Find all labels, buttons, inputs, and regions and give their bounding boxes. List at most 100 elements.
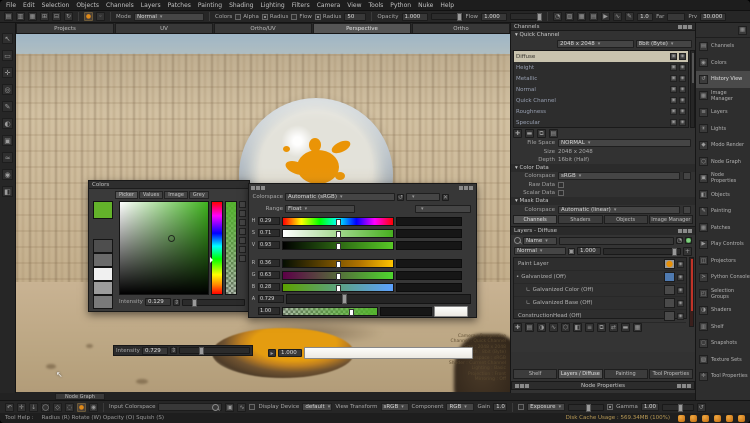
v-handle[interactable] [336,243,341,250]
cache-icon[interactable] [678,415,685,422]
stepper-icon[interactable]: ⇕ [173,299,180,306]
color-picker-tool-icon[interactable]: ◉ [2,169,13,180]
sidebar-item-history-view[interactable]: ↺History View [696,71,750,88]
s-handle[interactable] [336,231,341,238]
channel-toggle-button[interactable] [239,219,246,226]
sidebar-item-painting[interactable]: ✎Painting [696,203,750,220]
diamond-brush-icon[interactable]: ◇ [53,403,62,412]
paint-brush-tool-icon[interactable]: ✎ [2,101,13,112]
blur-tool-icon[interactable]: ≈ [2,152,13,163]
g-value-field[interactable]: 0.63 [258,271,280,279]
alpha-gradient-strip[interactable] [282,307,378,316]
mask-data-section[interactable]: ▾ Mask Data [511,197,695,205]
reset-icon[interactable]: ↺ [397,194,404,201]
display-device-dropdown[interactable]: default [302,403,332,411]
move-icon[interactable]: ✛ [17,403,26,412]
sidebar-item-node-graph[interactable]: ⬡Node Graph [696,154,750,171]
visibility-icon[interactable]: ◉ [679,119,686,126]
value-field[interactable]: 1.000 [278,349,302,357]
memory-icon[interactable] [690,415,697,422]
spline-icon[interactable]: ∿ [613,12,622,21]
add-channel-icon[interactable]: ✚ [513,129,522,138]
reset-icon[interactable] [683,172,691,180]
panel-tab-shelf[interactable]: Shelf [513,369,557,379]
layer-visibility-icon[interactable]: ◉ [677,261,684,268]
channel-toggle-button[interactable] [239,255,246,262]
window-controls[interactable] [677,384,691,388]
open-project-icon[interactable]: ▥ [16,12,25,21]
channel-toggle-button[interactable] [239,237,246,244]
gradient-tool-icon[interactable]: ◧ [2,186,13,197]
sidebar-item-objects[interactable]: ◧Objects [696,187,750,204]
layer-list-scrollbar[interactable] [689,257,694,327]
a-slider[interactable] [286,294,471,304]
transform-tool-icon[interactable]: ✛ [2,67,13,78]
alpha-checkbox[interactable] [235,14,241,20]
intensity-field[interactable]: 0.129 [145,298,171,306]
exposure-slider[interactable] [568,404,604,411]
eraser-tool-button[interactable]: ◦ [96,12,105,21]
menu-channels[interactable]: Channels [106,2,134,9]
duplicate-channel-icon[interactable]: ⧉ [537,129,546,138]
visibility-icon[interactable]: ◉ [679,97,686,104]
layer-row-galvanized-base-off[interactable]: ∟Galvanized Base (Off)◉ [514,297,686,310]
alpha-strip[interactable] [225,201,237,295]
history-swatch[interactable] [93,295,113,309]
checker-icon[interactable]: ▦ [577,12,586,21]
v-gradient-strip[interactable] [282,241,394,250]
intensity-slider[interactable] [182,299,245,306]
file-space-dropdown[interactable]: NORMAL [558,139,691,147]
panel-tab-channels[interactable]: Channels [513,215,557,224]
filter-input[interactable] [559,237,674,245]
radius-field[interactable]: 50 [344,13,366,21]
history-swatch[interactable] [93,253,113,267]
far-field[interactable] [667,13,685,21]
menu-nuke[interactable]: Nuke [418,2,433,9]
remove-channel-icon[interactable]: ▬ [525,129,534,138]
menu-objects[interactable]: Objects [76,2,99,9]
new-project-icon[interactable]: ▤ [4,12,13,21]
menu-patches[interactable]: Patches [168,2,191,9]
blend-mode-dropdown[interactable]: Normal [514,247,566,255]
radius-checkbox[interactable] [262,14,268,20]
channel-depth-dropdown[interactable]: 8bit (Byte) [636,40,692,48]
colors-tab-values[interactable]: Values [139,191,163,199]
menu-selection[interactable]: Selection [42,2,70,9]
opacity-field[interactable]: 1.000 [402,13,428,21]
flow-field[interactable]: 1.000 [481,13,507,21]
channel-row-specular[interactable]: Specular▣◉ [514,117,688,128]
reset-icon[interactable]: ↺ [697,403,706,412]
r-handle[interactable] [336,261,341,268]
mode-dropdown[interactable]: Normal [134,13,204,21]
panel-tab-shaders[interactable]: Shaders [558,215,602,224]
b-gradient-strip[interactable] [282,283,394,292]
alpha-handle[interactable] [349,309,354,316]
dock-icon[interactable]: ▦ [738,26,747,35]
filter-mode-dropdown[interactable]: Name [523,237,557,245]
close-icon[interactable]: ✕ [442,194,449,201]
remove-layer-icon[interactable]: ▬ [621,323,630,332]
alert-icon[interactable] [738,415,745,422]
soft-brush-icon[interactable]: ◌ [65,403,74,412]
layers-view-icon[interactable]: ▤ [589,12,598,21]
channel-row-diffuse[interactable]: Diffuse▣◉ [514,51,688,62]
wireframe-icon[interactable]: ▧ [565,12,574,21]
radius-checkbox[interactable] [315,14,321,20]
b-value-field[interactable]: 0.28 [258,283,280,291]
layer-row-paint-layer[interactable]: Paint Layer◉ [514,258,686,271]
delete-layer-icon[interactable]: ▦ [633,323,642,332]
alpha-value-field[interactable]: 1.00 [258,307,280,315]
lock-icon[interactable]: ▣ [670,97,677,104]
lock-icon[interactable]: ▣ [670,53,677,60]
r-value-field[interactable]: 0.36 [258,259,280,267]
menu-edit[interactable]: Edit [23,2,35,9]
transfer-icon[interactable]: ⇄ [609,323,618,332]
g-gradient-strip[interactable] [282,271,394,280]
graph-layer-icon[interactable]: ⬡ [561,323,570,332]
adjustment-layer-icon[interactable]: ◑ [537,323,546,332]
color-data-section[interactable]: ▾ Color Data [511,164,695,172]
exposure-checkbox[interactable] [518,404,524,410]
swatch-mode-icon[interactable]: ▸ [268,349,276,357]
history-swatch[interactable] [93,239,113,253]
visibility-icon[interactable]: ◉ [679,108,686,115]
